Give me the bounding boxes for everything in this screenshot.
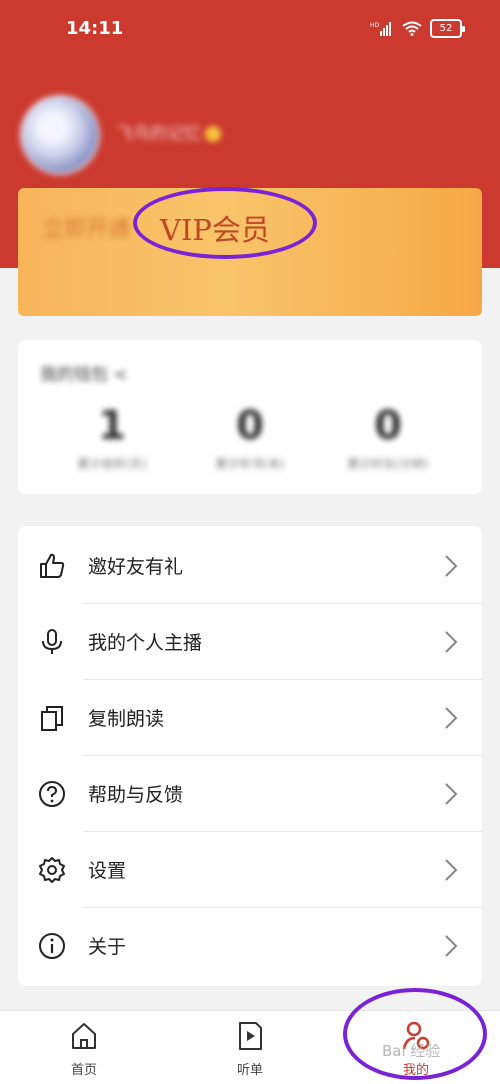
menu-item-help-feedback[interactable]: 帮助与反馈 [18,756,482,832]
annotation-circle-me [343,988,487,1080]
menu-item-invite[interactable]: 邀好友有礼 [18,528,482,604]
username[interactable]: 飞鸟的记忆 [116,119,221,144]
menu-card: 邀好友有礼 我的个人主播 复制朗读 帮助与反馈 设置 关于 [18,526,482,986]
annotation-circle-vip [133,187,317,259]
copy-icon [41,706,63,731]
username-text: 飞鸟的记忆 [116,124,201,144]
chevron-right-icon [445,555,458,577]
status-bar: 14:11 HD 52 [0,0,500,60]
avatar[interactable] [20,95,100,175]
menu-label-copy-read: 复制朗读 [88,708,165,730]
chevron-right-icon [445,707,458,729]
chevron-right-icon [445,631,458,653]
help-circle-icon [39,781,65,807]
playlist-icon [239,1022,262,1050]
stat-label-books: 累计听书(本) [215,457,285,471]
stats-title[interactable]: 我的钱包 < [40,360,128,385]
svg-text:HD: HD [370,22,380,29]
vip-blurred-text: 立即开通 [42,217,131,242]
signal-icon: HD [370,21,391,36]
page: 14:11 HD 52 飞鸟的记忆 立即开通 VIP会员 我的钱包 < 1 累计… [0,0,500,1084]
home-icon [72,1023,96,1049]
nav-item-playlist[interactable]: 听单 [190,1011,310,1084]
chevron-right-icon [445,783,458,805]
menu-label-my-anchor: 我的个人主播 [88,632,203,654]
menu-item-about[interactable]: 关于 [18,908,482,984]
wifi-icon [402,21,422,36]
chevron-right-icon [445,935,458,957]
nav-label-playlist: 听单 [236,1063,263,1078]
status-time: 14:11 [66,18,124,39]
stat-value-minutes[interactable]: 0 [328,403,448,449]
menu-item-copy-read[interactable]: 复制朗读 [18,680,482,756]
thumbs-up-icon [40,553,65,578]
stat-value-days[interactable]: 1 [52,403,172,449]
battery-icon: 52 [430,19,465,38]
nav-label-home: 首页 [70,1063,97,1078]
menu-label-settings: 设置 [88,860,127,882]
badge-icon [205,126,221,142]
stat-label-days: 累计收听(天) [77,457,147,471]
nav-item-home[interactable]: 首页 [24,1011,144,1084]
gear-icon [39,857,65,883]
status-icons: HD 52 [370,19,465,38]
chevron-right-icon [445,859,458,881]
info-icon [39,933,65,959]
menu-item-my-anchor[interactable]: 我的个人主播 [18,604,482,680]
microphone-icon [42,629,62,654]
menu-label-invite: 邀好友有礼 [88,556,184,578]
menu-label-about: 关于 [88,936,127,958]
stat-value-books[interactable]: 0 [190,403,310,449]
menu-item-settings[interactable]: 设置 [18,832,482,908]
stat-label-minutes: 累计时长(分钟) [347,457,429,471]
menu-label-help-feedback: 帮助与反馈 [88,784,184,806]
